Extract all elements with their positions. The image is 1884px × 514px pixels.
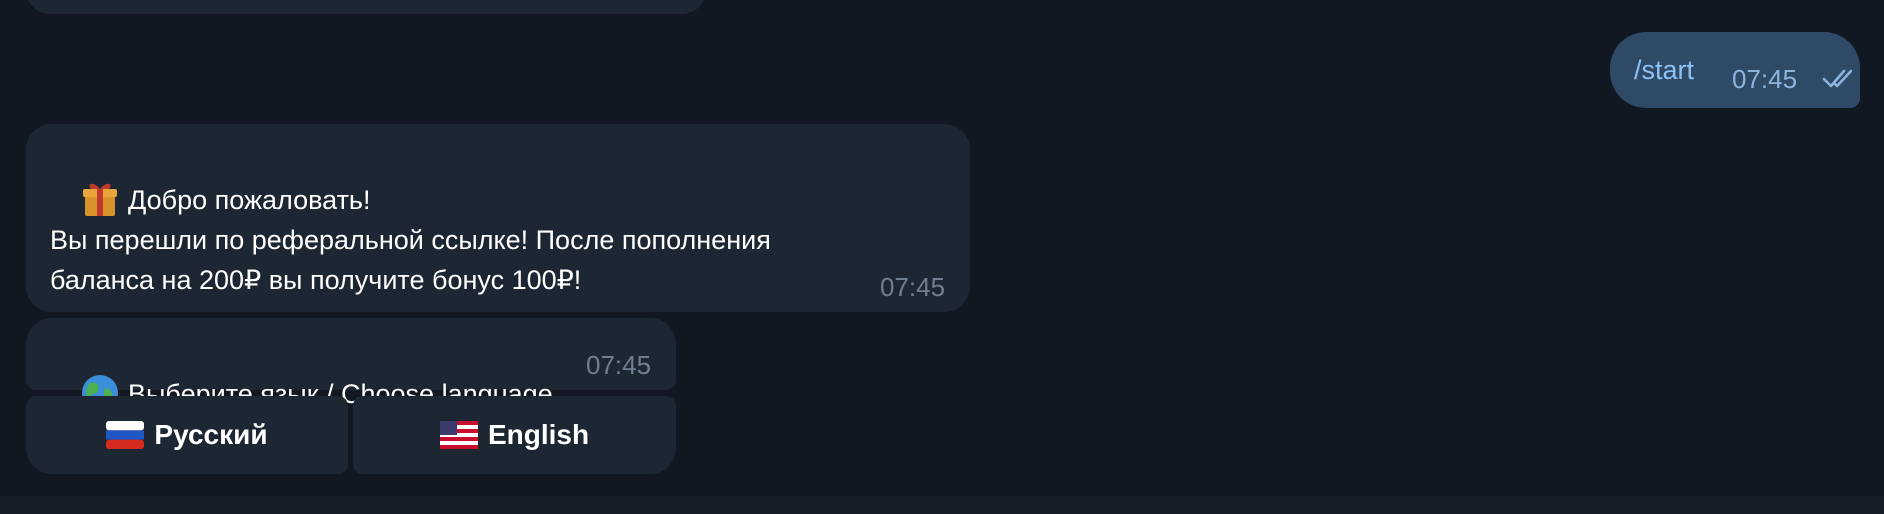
message-time: 07:45 bbox=[586, 350, 652, 380]
welcome-body-line-2: баланса на 200₽ вы получите бонус 100₽! bbox=[50, 265, 582, 295]
double-check-icon bbox=[1822, 69, 1853, 88]
language-button-english[interactable]: English bbox=[353, 396, 676, 474]
previous-message-bubble bbox=[26, 0, 706, 14]
command-link[interactable]: /start bbox=[1634, 50, 1694, 90]
composer-edge bbox=[0, 496, 1884, 514]
welcome-message-bubble: Добро пожаловать! Вы перешли по рефераль… bbox=[26, 124, 970, 312]
outgoing-message-bubble[interactable]: /start 07:45 bbox=[1610, 32, 1860, 108]
welcome-title: Добро пожаловать! bbox=[128, 185, 371, 215]
language-button-label: Русский bbox=[154, 419, 268, 450]
gift-icon bbox=[83, 183, 118, 216]
usa-flag-icon bbox=[439, 421, 478, 449]
language-prompt-bubble: Выберите язык / Choose language 07:45 bbox=[26, 318, 676, 411]
message-time: 07:45 bbox=[1732, 64, 1798, 94]
welcome-body-line-1: Вы перешли по реферальной ссылке! После … bbox=[50, 225, 771, 255]
russia-flag-icon bbox=[106, 421, 145, 449]
language-button-label: English bbox=[487, 419, 590, 450]
message-time: 07:45 bbox=[880, 272, 946, 302]
language-button-russian[interactable]: Русский bbox=[26, 396, 348, 474]
